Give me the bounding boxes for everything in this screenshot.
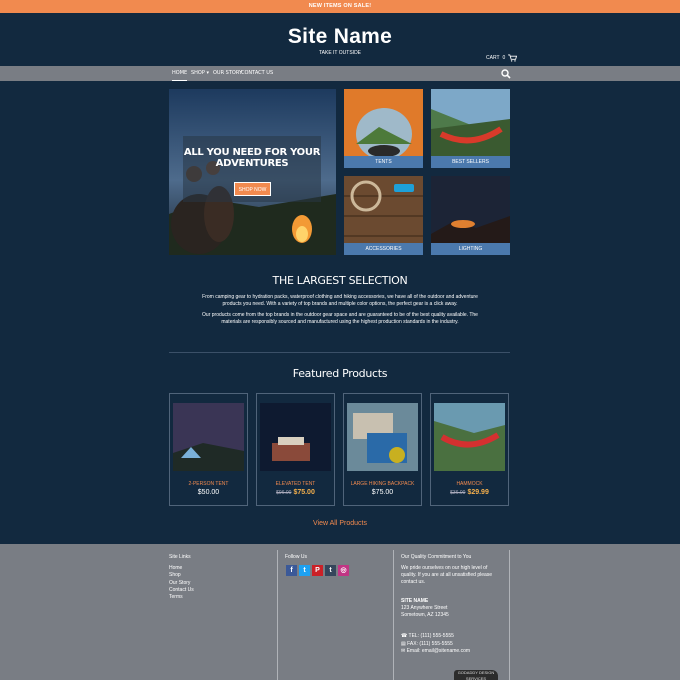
price: $50.00 <box>197 489 220 496</box>
category-tile-lighting[interactable]: LIGHTING <box>431 176 510 255</box>
footer-link-shop[interactable]: Shop <box>169 572 194 579</box>
tile-label: TENTS <box>344 156 423 168</box>
cart-link[interactable]: CART 0 <box>486 54 518 62</box>
site-name[interactable]: Site Name <box>0 25 680 49</box>
facebook-icon[interactable]: f <box>286 565 297 576</box>
footer-address-line1: 123 Anywhere Street <box>401 605 448 611</box>
footer-commitment-text: We pride ourselves on our high level of … <box>401 565 493 585</box>
product-image <box>434 403 505 471</box>
footer-company: SITE NAME <box>401 598 429 604</box>
footer-link-our-story[interactable]: Our Story <box>169 580 194 587</box>
view-all-products-link[interactable]: View All Products <box>0 520 680 527</box>
nav-contact[interactable]: CONTACT US <box>241 66 273 81</box>
footer-phone: ☎ TEL: (111) 555-5555 <box>401 633 501 640</box>
product-name[interactable]: HAMMOCK <box>431 481 508 487</box>
footer-fax-text: FAX: (111) 555-5555 <box>407 641 453 647</box>
footer-email-text: Email: email@sitename.com <box>406 648 471 654</box>
footer-separator <box>509 550 510 680</box>
instagram-icon[interactable]: ◎ <box>338 565 349 576</box>
nav-our-story[interactable]: OUR STORY <box>213 66 242 81</box>
godaddy-badge[interactable]: GODADDY DESIGN SERVICES <box>454 670 498 680</box>
category-tile-best-sellers[interactable]: BEST SELLERS <box>431 89 510 168</box>
product-price: $75.00 <box>344 489 421 496</box>
main-nav: HOME SHOP ▾ OUR STORY CONTACT US <box>0 66 680 81</box>
hero-title: ALL YOU NEED FOR YOUR ADVENTURES <box>183 147 321 169</box>
featured-title: Featured Products <box>292 367 388 380</box>
product-image <box>347 403 418 471</box>
product-image <box>173 403 244 471</box>
footer-separator <box>277 550 278 680</box>
tile-label: LIGHTING <box>431 243 510 255</box>
product-name[interactable]: LARGE HIKING BACKPACK <box>344 481 421 487</box>
footer-email[interactable]: ✉ Email: email@sitename.com <box>401 648 501 655</box>
divider <box>169 352 510 353</box>
promo-bar[interactable]: NEW ITEMS ON SALE! <box>0 0 680 13</box>
sale-price: $29.99 <box>467 489 489 496</box>
phone-icon: ☎ <box>401 633 409 639</box>
hero-banner: ALL YOU NEED FOR YOUR ADVENTURES SHOP NO… <box>169 89 336 255</box>
product-image <box>260 403 331 471</box>
product-price: $96.00 $75.00 <box>257 489 334 496</box>
footer-link-contact[interactable]: Contact Us <box>169 587 194 594</box>
pinterest-icon[interactable]: P <box>312 565 323 576</box>
footer-commitment-title: Our Quality Commitment to You <box>401 554 472 560</box>
nav-home[interactable]: HOME <box>172 66 188 81</box>
sale-price: $75.00 <box>293 489 315 496</box>
twitter-icon[interactable]: t <box>299 565 310 576</box>
product-card[interactable]: LARGE HIKING BACKPACK $75.00 <box>343 393 422 506</box>
product-card[interactable]: ELEVATED TENT $96.00 $75.00 <box>256 393 335 506</box>
site-header: Site Name TAKE IT OUTSIDE CART 0 <box>0 13 680 66</box>
product-name[interactable]: ELEVATED TENT <box>257 481 334 487</box>
tile-label: BEST SELLERS <box>431 156 510 168</box>
original-price: $96.00 <box>276 490 292 496</box>
footer-fax: ▤ FAX: (111) 555-5555 <box>401 641 501 648</box>
footer-link-terms[interactable]: Terms <box>169 594 194 601</box>
category-tile-tents[interactable]: TENTS <box>344 89 423 168</box>
category-tile-accessories[interactable]: ACCESSORIES <box>344 176 423 255</box>
site-tagline: TAKE IT OUTSIDE <box>318 50 362 56</box>
nav-shop[interactable]: SHOP ▾ <box>191 66 209 81</box>
footer-follow-title: Follow Us <box>285 554 307 560</box>
footer-links: Home Shop Our Story Contact Us Terms <box>169 565 194 601</box>
product-price: $36.00 $29.99 <box>431 489 508 496</box>
tile-label: ACCESSORIES <box>344 243 423 255</box>
product-name[interactable]: 2-PERSON TENT <box>170 481 247 487</box>
selection-paragraph-1: From camping gear to hydration packs, wa… <box>202 294 478 307</box>
product-card[interactable]: HAMMOCK $36.00 $29.99 <box>430 393 509 506</box>
tumblr-icon[interactable]: t <box>325 565 336 576</box>
footer-link-home[interactable]: Home <box>169 565 194 572</box>
original-price: $36.00 <box>450 490 466 496</box>
cart-icon <box>508 54 518 62</box>
footer-phone-text: TEL: (111) 555-5555 <box>408 633 454 639</box>
cart-count: 0 <box>502 55 506 61</box>
cart-label: CART <box>486 55 500 61</box>
footer-address-line2: Sometown, AZ 12345 <box>401 612 449 618</box>
price: $75.00 <box>371 489 394 496</box>
product-price: $50.00 <box>170 489 247 496</box>
selection-title: THE LARGEST SELECTION <box>272 274 408 287</box>
footer-separator <box>393 550 394 680</box>
search-icon[interactable] <box>501 69 511 79</box>
product-card[interactable]: 2-PERSON TENT $50.00 <box>169 393 248 506</box>
selection-paragraph-2: Our products come from the top brands in… <box>202 312 478 325</box>
footer-links-title: Site Links <box>169 554 191 560</box>
shop-now-button[interactable]: SHOP NOW <box>234 182 271 196</box>
